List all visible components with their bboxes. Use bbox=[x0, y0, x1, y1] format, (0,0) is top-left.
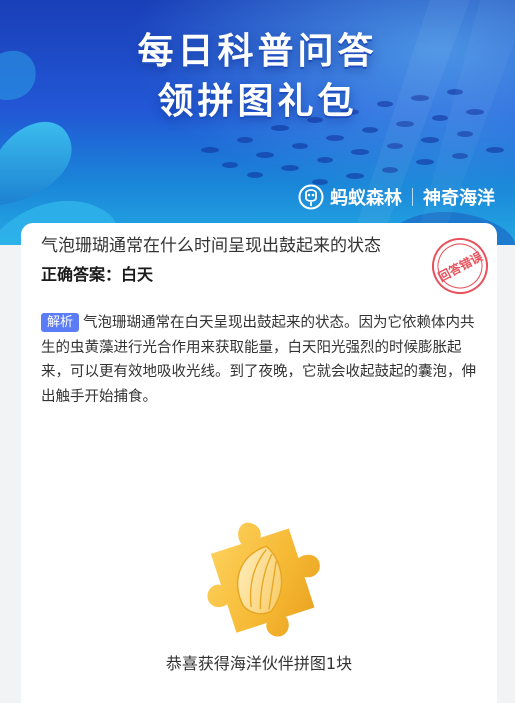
brand-name: 蚂蚁森林 bbox=[330, 188, 402, 209]
answer-card: 气泡珊瑚通常在什么时间呈现出鼓起来的状态 正确答案：白天 回答错误 解析 气泡珊瑚… bbox=[21, 223, 497, 703]
correct-answer: 正确答案：白天 bbox=[41, 265, 154, 284]
analysis-block: 解析 气泡珊瑚通常在白天呈现出鼓起来的状态。因为它依赖体内共生的虫黄藻进行光合作用… bbox=[41, 311, 481, 409]
header-banner: 每日科普问答 领拼图礼包 蚂蚁森林 神奇海洋 bbox=[0, 0, 515, 245]
reward-message: 恭喜获得海洋伙伴拼图1块 bbox=[165, 654, 353, 673]
brand-divider bbox=[412, 188, 413, 206]
banner-title-line2: 领拼图礼包 bbox=[157, 81, 358, 122]
analysis-tag: 解析 bbox=[41, 313, 80, 332]
analysis-text: 气泡珊瑚通常在白天呈现出鼓起来的状态。因为它依赖体内共生的虫黄藻进行光合作用来获… bbox=[41, 315, 476, 405]
ant-forest-icon bbox=[298, 184, 324, 210]
puzzle-piece-icon bbox=[207, 522, 320, 637]
brand-sub: 神奇海洋 bbox=[423, 188, 495, 209]
brand-lockup: 蚂蚁森林 神奇海洋 bbox=[298, 182, 495, 212]
question-text: 气泡珊瑚通常在什么时间呈现出鼓起来的状态 bbox=[41, 236, 381, 256]
banner-title-line1: 每日科普问答 bbox=[137, 31, 378, 72]
